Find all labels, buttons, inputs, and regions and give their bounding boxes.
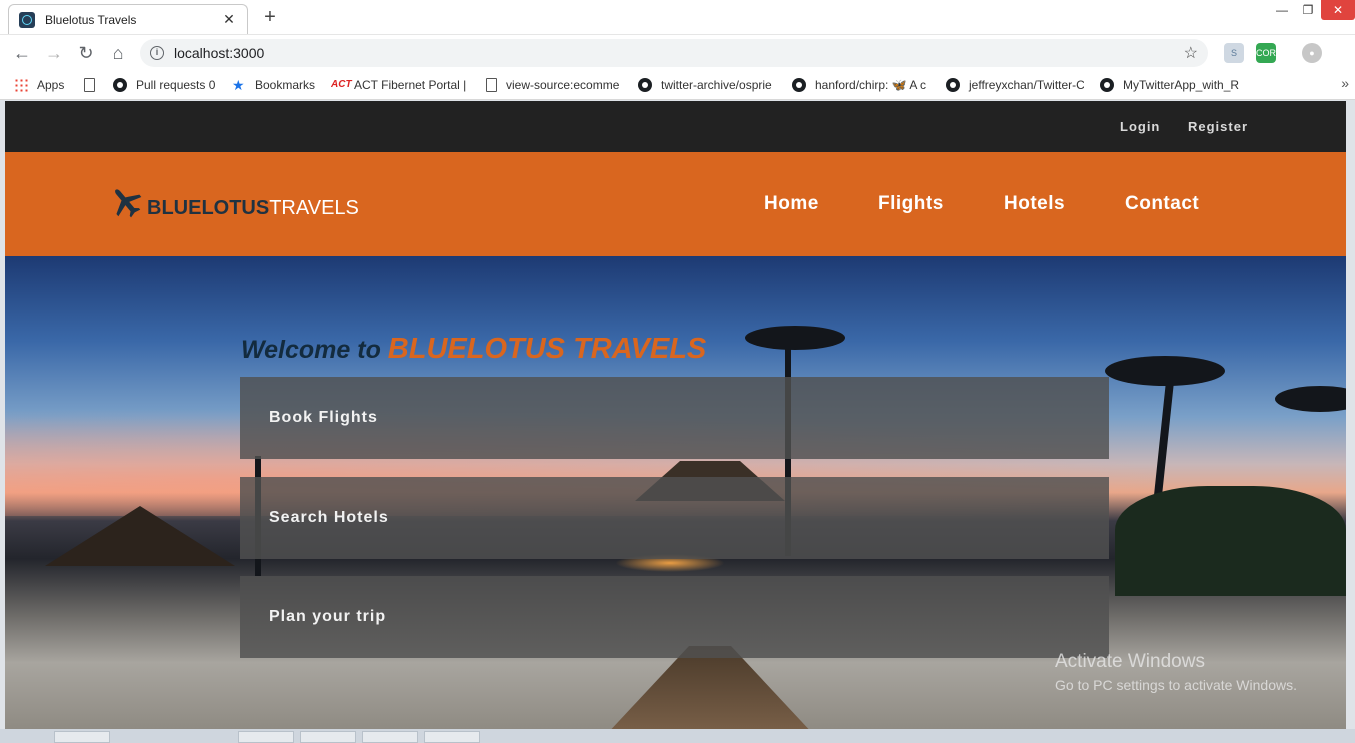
browser-toolbar: ← → ↻ ⌂ i localhost:3000 ☆ S CORS ● [0,34,1355,70]
logo-text-bluelotus: BLUELOTUS [147,197,270,219]
github-icon [638,78,652,92]
windows-activation-watermark: Activate Windows Go to PC settings to ac… [1055,651,1297,693]
reload-button[interactable]: ↻ [74,41,98,65]
forward-button[interactable]: → [42,41,66,65]
bookmark-page[interactable] [84,76,102,94]
bookmark-label: twitter-archive/osprie [661,78,772,92]
url-text[interactable]: localhost:3000 [174,45,1184,61]
panel-label: Book Flights [269,409,378,426]
more-bookmarks-icon[interactable]: » [1341,75,1349,91]
apps-icon [14,78,28,92]
top-utility-bar: Login Register [5,101,1346,152]
minimize-button[interactable]: — [1269,0,1295,20]
bookmark-label: ACT Fibernet Portal | [354,78,466,92]
github-icon [113,78,127,92]
watermark-title: Activate Windows [1055,651,1205,672]
palm-fronds [745,326,845,350]
register-link[interactable]: Register [1188,119,1248,134]
nav-flights[interactable]: Flights [878,193,944,215]
foliage [1115,486,1346,596]
logo-text-travels: TRAVELS [269,197,359,219]
bookmarks-bar: Apps Pull requests 0 ★ Bookmarks ACT ACT… [0,70,1355,100]
panel-label: Search Hotels [269,509,389,526]
web-page: Login Register BLUELOTUS TRAVELS Home Fl… [5,101,1346,729]
taskbar-item[interactable] [238,731,294,743]
taskbar-item[interactable] [54,731,110,743]
bookmark-label: Apps [37,78,65,92]
taskbar-item[interactable] [300,731,356,743]
bookmark-label: Pull requests 0 [136,78,216,92]
bookmark-label: jeffreyxchan/Twitter-C [969,78,1084,92]
bookmark-view-source[interactable]: view-source:ecomme [486,76,622,94]
taskbar-item[interactable] [424,731,480,743]
restore-button[interactable]: ❐ [1295,0,1321,20]
site-header: BLUELOTUS TRAVELS Home Flights Hotels Co… [5,152,1346,256]
close-tab-icon[interactable]: ✕ [221,11,237,28]
bookmark-label: Bookmarks [255,78,316,92]
os-taskbar [0,729,1355,743]
page-icon [486,78,497,92]
welcome-prefix: Welcome to [241,336,388,364]
panel-label: Plan your trip [269,608,387,625]
bookmark-star-icon[interactable]: ☆ [1184,43,1198,63]
watermark-subtitle: Go to PC settings to activate Windows. [1055,677,1297,693]
act-icon: ACT [331,79,352,90]
airplane-icon [115,189,142,218]
new-tab-button[interactable]: + [259,6,281,29]
boardwalk [605,646,815,729]
bookmark-jeffreyxchan[interactable]: jeffreyxchan/Twitter-C [946,76,1084,94]
tab-title: Bluelotus Travels [45,12,137,27]
search-hotels-panel[interactable]: Search Hotels [240,477,1109,559]
welcome-heading: Welcome to BLUELOTUS TRAVELS [241,333,706,366]
bookmark-hanford-chirp[interactable]: hanford/chirp: 🦋 A c [792,76,930,94]
close-window-button[interactable]: ✕ [1321,0,1355,20]
nav-hotels[interactable]: Hotels [1004,193,1065,215]
back-button[interactable]: ← [10,41,34,65]
github-icon [1100,78,1114,92]
book-flights-panel[interactable]: Book Flights [240,377,1109,459]
bookmark-pull-requests[interactable]: Pull requests 0 [113,76,223,94]
page-icon [84,78,95,92]
skype-extension-icon[interactable]: S [1224,43,1244,63]
home-button[interactable]: ⌂ [106,41,130,65]
cors-extension-icon[interactable]: CORS [1256,43,1282,63]
profile-icon[interactable]: ● [1302,43,1322,63]
bookmark-mytwitterapp[interactable]: MyTwitterApp_with_R [1100,76,1240,94]
bookmark-label: MyTwitterApp_with_R [1123,78,1240,92]
bookmark-apps[interactable]: Apps [14,76,74,94]
palm-fronds [1105,356,1225,386]
bookmark-twitter-archive[interactable]: twitter-archive/osprie [638,76,775,94]
site-info-icon[interactable]: i [150,46,164,60]
taskbar-item[interactable] [362,731,418,743]
site-logo[interactable]: BLUELOTUS TRAVELS [109,185,359,219]
bookmark-act-fibernet[interactable]: ACT ACT Fibernet Portal | [331,76,466,94]
react-favicon-icon [19,11,35,28]
browser-tab[interactable]: Bluelotus Travels ✕ [8,4,248,34]
github-icon [792,78,806,92]
github-icon [946,78,960,92]
plan-trip-panel[interactable]: Plan your trip [240,576,1109,658]
welcome-brand: BLUELOTUS TRAVELS [387,333,707,365]
star-icon: ★ [232,77,245,93]
nav-contact[interactable]: Contact [1125,193,1199,215]
window-controls: — ❐ ✕ [1269,0,1355,22]
login-link[interactable]: Login [1120,119,1160,134]
nav-home[interactable]: Home [764,193,819,215]
browser-tab-strip: Bluelotus Travels ✕ + — ❐ ✕ [0,0,1355,34]
bookmark-label: hanford/chirp: 🦋 A c [815,78,926,92]
address-bar[interactable]: i localhost:3000 ☆ [140,39,1208,67]
bookmark-label: view-source:ecomme [506,78,620,92]
bookmark-bookmarks[interactable]: ★ Bookmarks [232,76,322,94]
